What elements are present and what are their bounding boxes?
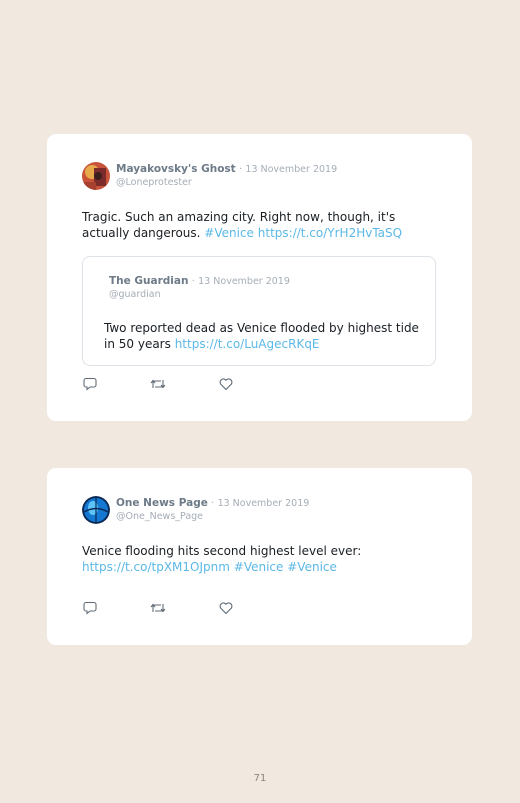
- quoted-text: Two reported dead as Venice flooded by h…: [104, 320, 429, 352]
- action-bar: [83, 377, 263, 391]
- tweet-card: Mayakovsky's Ghost · 13 November 2019 @L…: [47, 134, 472, 421]
- tweet-date[interactable]: 13 November 2019: [245, 164, 337, 175]
- quoted-date[interactable]: 13 November 2019: [198, 276, 290, 287]
- retweet-icon[interactable]: [150, 377, 166, 391]
- quoted-tweet[interactable]: The Guardian · 13 November 2019 @guardia…: [82, 256, 436, 366]
- url-link[interactable]: https://t.co/YrH2HvTaSQ: [258, 226, 402, 240]
- page-number: 71: [253, 773, 267, 784]
- reply-icon[interactable]: [83, 601, 97, 615]
- tweet-text: Tragic. Such an amazing city. Right now,…: [82, 209, 422, 241]
- hashtag-link[interactable]: #Venice: [204, 226, 254, 240]
- tweet-text: Venice flooding hits second highest leve…: [82, 543, 422, 575]
- quoted-author-name[interactable]: The Guardian: [109, 275, 188, 287]
- avatar[interactable]: [82, 162, 110, 190]
- quoted-handle[interactable]: @guardian: [109, 289, 161, 300]
- retweet-icon[interactable]: [150, 601, 166, 615]
- tweet-date[interactable]: 13 November 2019: [218, 498, 310, 509]
- url-link[interactable]: https://t.co/LuAgecRKqE: [175, 337, 320, 351]
- tweet-card: One News Page · 13 November 2019 @One_Ne…: [47, 468, 472, 645]
- action-bar: [83, 601, 263, 615]
- author-handle[interactable]: @Loneprotester: [116, 177, 192, 188]
- separator: ·: [239, 164, 243, 175]
- author-handle[interactable]: @One_News_Page: [116, 511, 203, 522]
- url-link[interactable]: https://t.co/tpXM1OJpnm: [82, 560, 230, 574]
- reply-icon[interactable]: [83, 377, 97, 391]
- hashtag-link[interactable]: #Venice: [287, 560, 337, 574]
- avatar[interactable]: [82, 496, 110, 524]
- like-icon[interactable]: [219, 377, 233, 391]
- hashtag-link[interactable]: #Venice: [234, 560, 284, 574]
- author-line: Mayakovsky's Ghost · 13 November 2019: [116, 163, 337, 175]
- separator: ·: [191, 276, 195, 287]
- quoted-author-line: The Guardian · 13 November 2019: [109, 275, 290, 287]
- author-name[interactable]: Mayakovsky's Ghost: [116, 163, 236, 175]
- author-name[interactable]: One News Page: [116, 497, 208, 509]
- author-line: One News Page · 13 November 2019: [116, 497, 309, 509]
- tweet-body: Venice flooding hits second highest leve…: [82, 544, 362, 558]
- separator: ·: [211, 498, 215, 509]
- like-icon[interactable]: [219, 601, 233, 615]
